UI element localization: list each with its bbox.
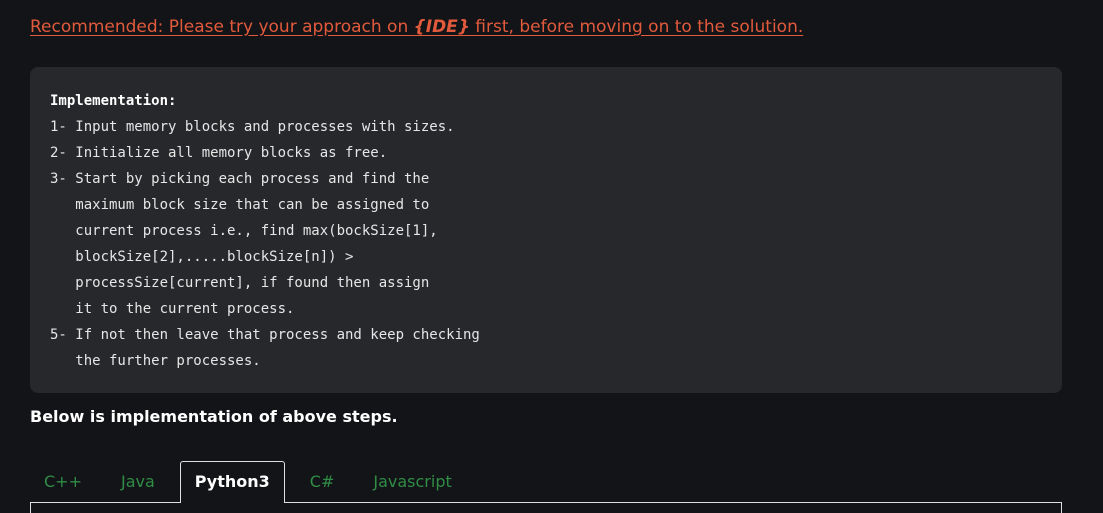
tab-python3[interactable]: Python3	[179, 461, 285, 503]
recommended-ide-link[interactable]: Recommended: Please try your approach on…	[30, 17, 803, 37]
code-tab-panel	[30, 502, 1062, 513]
tab-javascript[interactable]: Javascript	[359, 462, 465, 503]
implementation-title: Implementation:	[50, 93, 177, 109]
article-page: Recommended: Please try your approach on…	[0, 0, 1103, 513]
language-tabs: C++ Java Python3 C# Javascript	[30, 461, 466, 503]
recommended-suffix: first, before moving on to the solution.	[469, 17, 804, 37]
ide-link-text: {IDE}	[413, 17, 470, 37]
tab-cpp[interactable]: C++	[30, 462, 96, 503]
implementation-steps: 1- Input memory blocks and processes wit…	[50, 119, 480, 369]
implementation-intro-text: Below is implementation of above steps.	[30, 407, 398, 426]
tab-java[interactable]: Java	[107, 462, 169, 503]
recommended-prefix: Recommended: Please try your approach on	[30, 17, 414, 37]
tab-csharp[interactable]: C#	[296, 462, 349, 503]
implementation-code-block: Implementation: 1- Input memory blocks an…	[30, 67, 1062, 393]
